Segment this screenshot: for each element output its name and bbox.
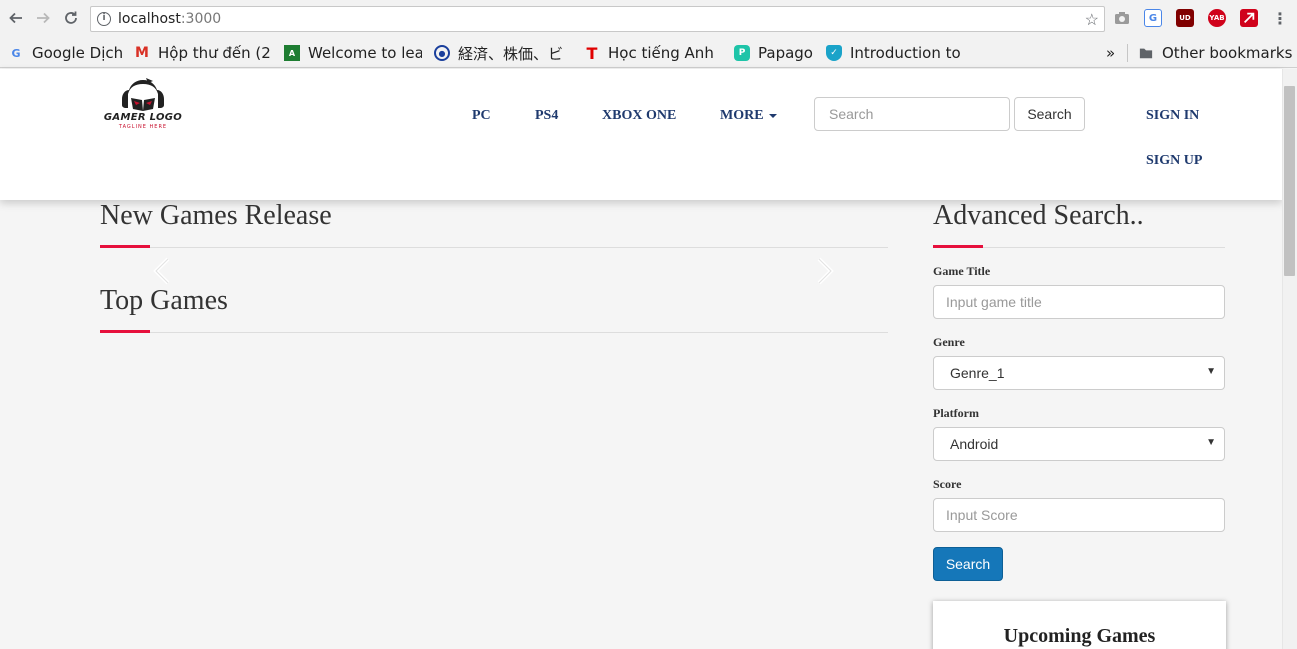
pdf-arrow-icon[interactable] — [1240, 9, 1258, 27]
nav-ps4[interactable]: PS4 — [535, 108, 558, 124]
new-games-title: New Games Release — [100, 200, 332, 231]
bookmark-item[interactable]: ✓ Introduction to — [826, 43, 962, 63]
logo-tagline: TAGLINE HERE — [118, 124, 168, 130]
camera-icon[interactable] — [1113, 9, 1131, 27]
game-title-label: Game Title — [933, 264, 991, 278]
site-header — [0, 69, 1282, 200]
bookmark-item[interactable]: A Welcome to lea — [284, 43, 422, 63]
select-arrow-icon: ▼ — [1206, 366, 1216, 377]
game-title-input[interactable] — [933, 285, 1225, 319]
header-search-button[interactable]: Search — [1014, 97, 1085, 131]
t-icon: T — [586, 43, 598, 63]
globe-icon: ● — [434, 45, 450, 61]
advanced-search-title: Advanced Search.. — [933, 200, 1144, 231]
other-bookmarks-folder[interactable]: Other bookmarks — [1138, 43, 1293, 63]
reload-icon[interactable] — [61, 8, 81, 28]
nav-pc[interactable]: PC — [472, 108, 491, 124]
site-logo[interactable]: GAMER LOGO TAGLINE HERE — [98, 78, 188, 133]
yab-icon[interactable]: YAB — [1208, 9, 1226, 27]
carousel-prev-icon[interactable] — [151, 256, 173, 286]
select-arrow-icon: ▼ — [1206, 437, 1216, 448]
folder-icon — [1138, 45, 1154, 61]
ublock-icon[interactable]: UD — [1176, 9, 1194, 27]
google-translate-icon[interactable]: G — [1144, 9, 1162, 27]
upcoming-games-title: Upcoming Games — [1003, 625, 1156, 647]
section-accent — [100, 330, 150, 333]
nav-more-dropdown[interactable]: MORE — [720, 108, 777, 124]
bookmark-item[interactable]: M Hộp thư đến (2 — [134, 43, 271, 63]
caret-down-icon — [768, 113, 777, 118]
menu-dots-icon[interactable]: ⋮ — [1271, 9, 1289, 28]
bookmark-item[interactable]: ● 経済、株価、ビ — [434, 43, 572, 63]
section-divider — [100, 332, 888, 333]
forward-arrow-icon[interactable] — [33, 8, 53, 28]
carousel-next-icon[interactable] — [814, 256, 836, 286]
browser-toolbar: i localhost:3000 ☆ G UD YAB ⋮ — [0, 0, 1297, 37]
papago-icon: P — [734, 45, 750, 61]
platform-select[interactable]: Android ▼ — [933, 427, 1225, 461]
bookmark-item[interactable]: P Papago — [734, 43, 818, 63]
logo-text: GAMER LOGO — [103, 112, 183, 123]
back-arrow-icon[interactable] — [6, 8, 26, 28]
section-accent — [100, 245, 150, 248]
section-accent — [933, 245, 983, 248]
bookmarks-bar: G Google Dịch M Hộp thư đến (2 A Welcome… — [0, 37, 1297, 68]
bookmarks-overflow-button[interactable]: » — [1106, 43, 1120, 63]
info-icon[interactable]: i — [97, 12, 111, 26]
header-search-input[interactable] — [814, 97, 1010, 131]
google-translate-icon: G — [11, 46, 21, 60]
section-divider — [100, 247, 888, 248]
sign-up-link[interactable]: SIGN UP — [1146, 153, 1202, 169]
sign-in-link[interactable]: SIGN IN — [1146, 108, 1199, 124]
top-games-title: Top Games — [100, 285, 228, 316]
score-input[interactable] — [933, 498, 1225, 532]
score-label: Score — [933, 477, 962, 491]
scrollbar-thumb[interactable] — [1284, 86, 1295, 276]
genre-label: Genre — [933, 335, 965, 349]
advanced-search-button[interactable]: Search — [933, 547, 1003, 581]
upcoming-games-panel: Upcoming Games — [933, 601, 1226, 649]
shield-icon: ✓ — [826, 45, 842, 61]
genre-select[interactable]: Genre_1 ▼ — [933, 356, 1225, 390]
gamer-logo-icon — [122, 78, 164, 111]
bookmark-star-icon[interactable]: ☆ — [1085, 10, 1099, 30]
bookmark-item[interactable]: G Google Dịch — [8, 43, 126, 63]
nav-xbox-one[interactable]: XBOX ONE — [602, 108, 676, 124]
bookmarks-separator — [1127, 44, 1128, 62]
gmail-icon: M — [135, 45, 149, 61]
bookmark-item[interactable]: T Học tiếng Anh — [584, 43, 720, 63]
code-icon: A — [284, 45, 300, 61]
url-text[interactable]: localhost:3000 — [118, 11, 221, 27]
platform-label: Platform — [933, 406, 979, 420]
address-bar[interactable]: i localhost:3000 ☆ — [90, 6, 1105, 32]
